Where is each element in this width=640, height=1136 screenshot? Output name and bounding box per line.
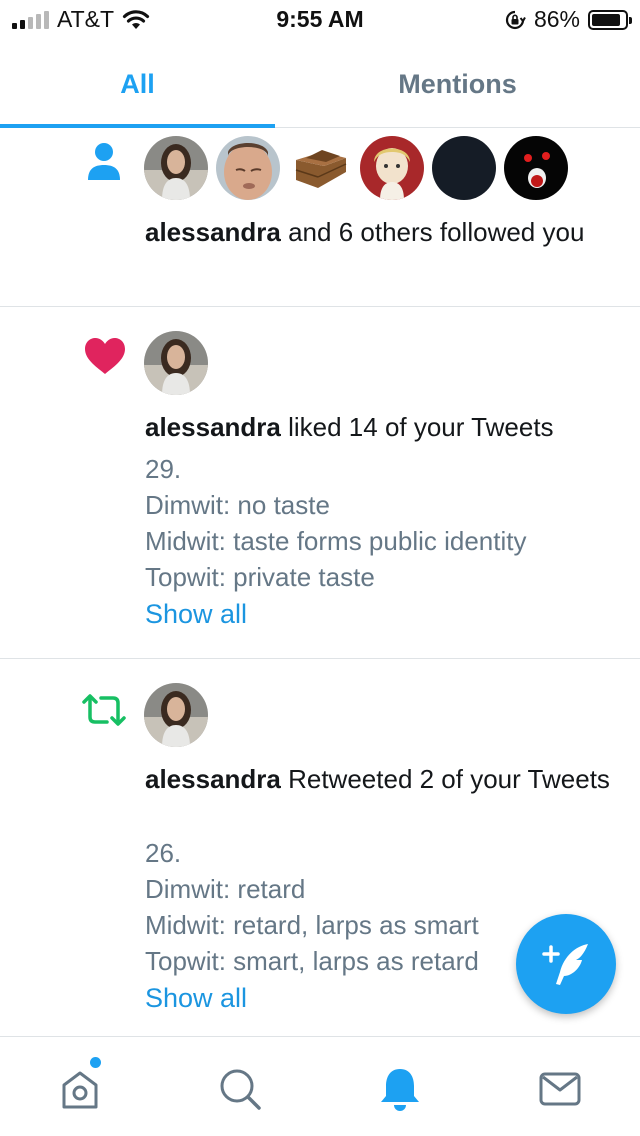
- home-icon: [62, 1071, 98, 1109]
- notification-text: alessandra and 6 others followed you: [145, 214, 610, 250]
- follower-avatars: [144, 136, 568, 200]
- avatar[interactable]: [216, 136, 280, 200]
- notification-action: liked 14 of your Tweets: [280, 412, 554, 442]
- preview-line: Dimwit: retard: [145, 874, 306, 904]
- preview-line: Topwit: private taste: [145, 562, 375, 592]
- show-all-link[interactable]: Show all: [145, 599, 247, 630]
- battery-percent: 86%: [533, 6, 580, 32]
- nav-notifications[interactable]: [376, 1065, 424, 1113]
- avatar[interactable]: [360, 136, 424, 200]
- person-icon: [88, 143, 120, 180]
- avatar[interactable]: [504, 136, 568, 200]
- battery-icon: [588, 9, 632, 30]
- preview-line: Midwit: taste forms public identity: [145, 526, 527, 556]
- avatar[interactable]: [144, 136, 208, 200]
- notification-action: Retweeted 2 of your Tweets: [280, 764, 610, 794]
- preview-line: 29.: [145, 454, 182, 484]
- actor-name[interactable]: alessandra: [145, 764, 281, 794]
- notifications-bell-icon: [381, 1069, 419, 1111]
- avatar[interactable]: [432, 136, 496, 200]
- bottom-navigation: [0, 1036, 640, 1136]
- orientation-lock-icon: [505, 10, 526, 29]
- avatar[interactable]: [144, 331, 208, 395]
- nav-messages[interactable]: [536, 1065, 584, 1113]
- avatar[interactable]: [144, 683, 208, 747]
- home-unread-badge: [90, 1057, 101, 1068]
- compose-tweet-icon: [542, 944, 588, 985]
- tab-all[interactable]: All: [0, 40, 275, 128]
- compose-tweet-button[interactable]: [516, 914, 616, 1014]
- notification-action: and 6 others followed you: [280, 217, 585, 247]
- tweet-preview[interactable]: 29. Dimwit: no taste Midwit: taste forms…: [145, 451, 620, 595]
- nav-home[interactable]: [56, 1065, 104, 1113]
- avatar[interactable]: [288, 136, 352, 200]
- actor-name[interactable]: alessandra: [145, 217, 281, 247]
- like-notification[interactable]: alessandra liked 14 of your Tweets 29. D…: [0, 307, 640, 659]
- messages-envelope-icon: [539, 1072, 581, 1106]
- actor-name[interactable]: alessandra: [145, 412, 281, 442]
- status-bar: AT&T 9:55 AM 86%: [0, 0, 640, 40]
- follow-notification[interactable]: alessandra and 6 others followed you: [0, 128, 640, 307]
- notification-text: alessandra liked 14 of your Tweets: [145, 409, 610, 445]
- notification-tabs: All Mentions: [0, 40, 640, 128]
- tab-mentions[interactable]: Mentions: [275, 40, 640, 128]
- liker-avatars: [144, 331, 208, 395]
- heart-icon: [85, 338, 125, 374]
- retweet-icon: [82, 694, 126, 726]
- preview-line: 26.: [145, 838, 182, 868]
- search-icon: [220, 1069, 261, 1110]
- nav-search[interactable]: [216, 1065, 264, 1113]
- show-all-link[interactable]: Show all: [145, 983, 247, 1014]
- preview-line: Dimwit: no taste: [145, 490, 330, 520]
- retweeter-avatars: [144, 683, 208, 747]
- notification-text: alessandra Retweeted 2 of your Tweets: [145, 761, 610, 797]
